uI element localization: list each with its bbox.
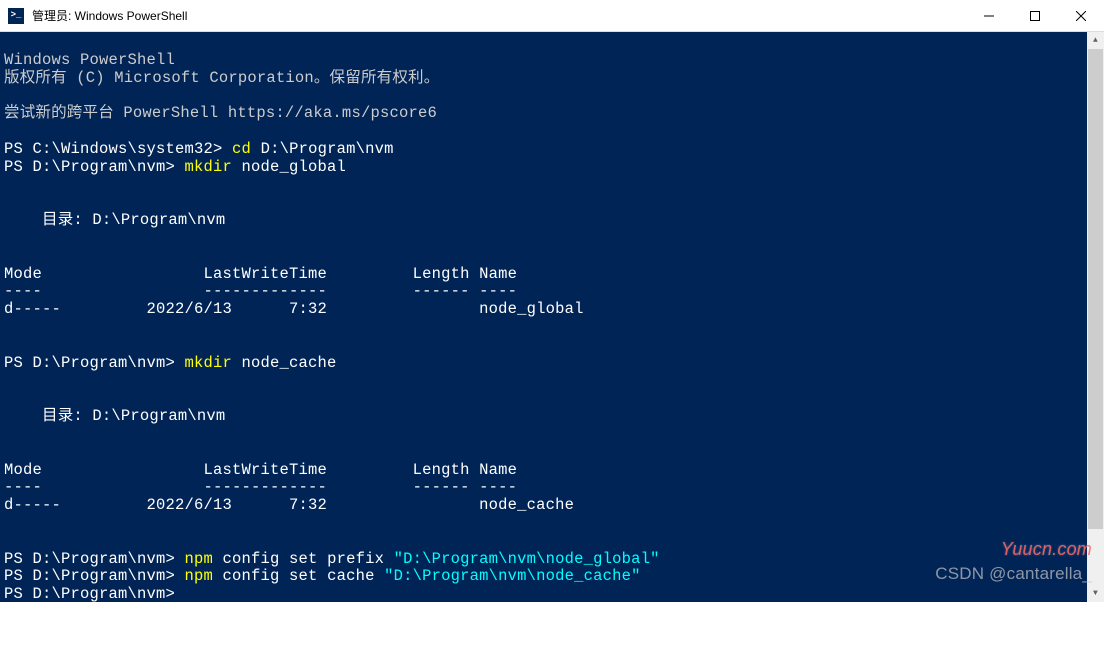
window-title: 管理员: Windows PowerShell [32,7,966,24]
scroll-up-icon[interactable]: ▲ [1087,32,1104,49]
copyright-text: 版权所有 (C) Microsoft Corporation。保留所有权利。 [4,69,439,87]
table-header: Mode LastWriteTime Length Name [4,265,517,283]
header-text: Windows PowerShell [4,51,175,69]
table-divider: ---- ------------- ------ ---- [4,282,517,300]
table-header: Mode LastWriteTime Length Name [4,461,517,479]
powershell-icon [8,8,24,24]
directory-label: 目录: D:\Program\nvm [4,211,225,229]
prompt: PS D:\Program\nvm> [4,354,185,372]
maximize-button[interactable] [1012,0,1058,31]
table-row: d----- 2022/6/13 7:32 node_global [4,300,584,318]
titlebar[interactable]: 管理员: Windows PowerShell [0,0,1104,32]
command-npm: npm [185,550,223,568]
scrollbar[interactable]: ▲ ▼ [1087,32,1104,602]
command-arg: node_cache [242,354,337,372]
pscore-hint: 尝试新的跨平台 PowerShell https://aka.ms/pscore… [4,104,437,122]
prompt: PS D:\Program\nvm> [4,585,185,603]
table-divider: ---- ------------- ------ ---- [4,478,517,496]
watermark-csdn: CSDN @cantarella_ [935,564,1092,584]
command-mkdir: mkdir [185,158,242,176]
scroll-down-icon[interactable]: ▼ [1087,585,1104,602]
scrollbar-thumb[interactable] [1088,49,1103,529]
command-arg: config set cache [223,567,385,585]
command-string: "D:\Program\nvm\node_cache" [384,567,641,585]
prompt: PS C:\Windows\system32> [4,140,232,158]
command-mkdir: mkdir [185,354,242,372]
prompt: PS D:\Program\nvm> [4,158,185,176]
prompt: PS D:\Program\nvm> [4,567,185,585]
directory-label: 目录: D:\Program\nvm [4,407,225,425]
terminal-output[interactable]: Windows PowerShell 版权所有 (C) Microsoft Co… [0,32,1104,602]
command-arg: D:\Program\nvm [261,140,394,158]
command-cd: cd [232,140,261,158]
close-button[interactable] [1058,0,1104,31]
watermark-yuucn: Yuucn.com [1001,539,1092,560]
command-npm: npm [185,567,223,585]
table-row: d----- 2022/6/13 7:32 node_cache [4,496,574,514]
window-controls [966,0,1104,31]
command-string: "D:\Program\nvm\node_global" [394,550,660,568]
command-arg: node_global [242,158,347,176]
command-arg: config set prefix [223,550,394,568]
prompt: PS D:\Program\nvm> [4,550,185,568]
minimize-button[interactable] [966,0,1012,31]
